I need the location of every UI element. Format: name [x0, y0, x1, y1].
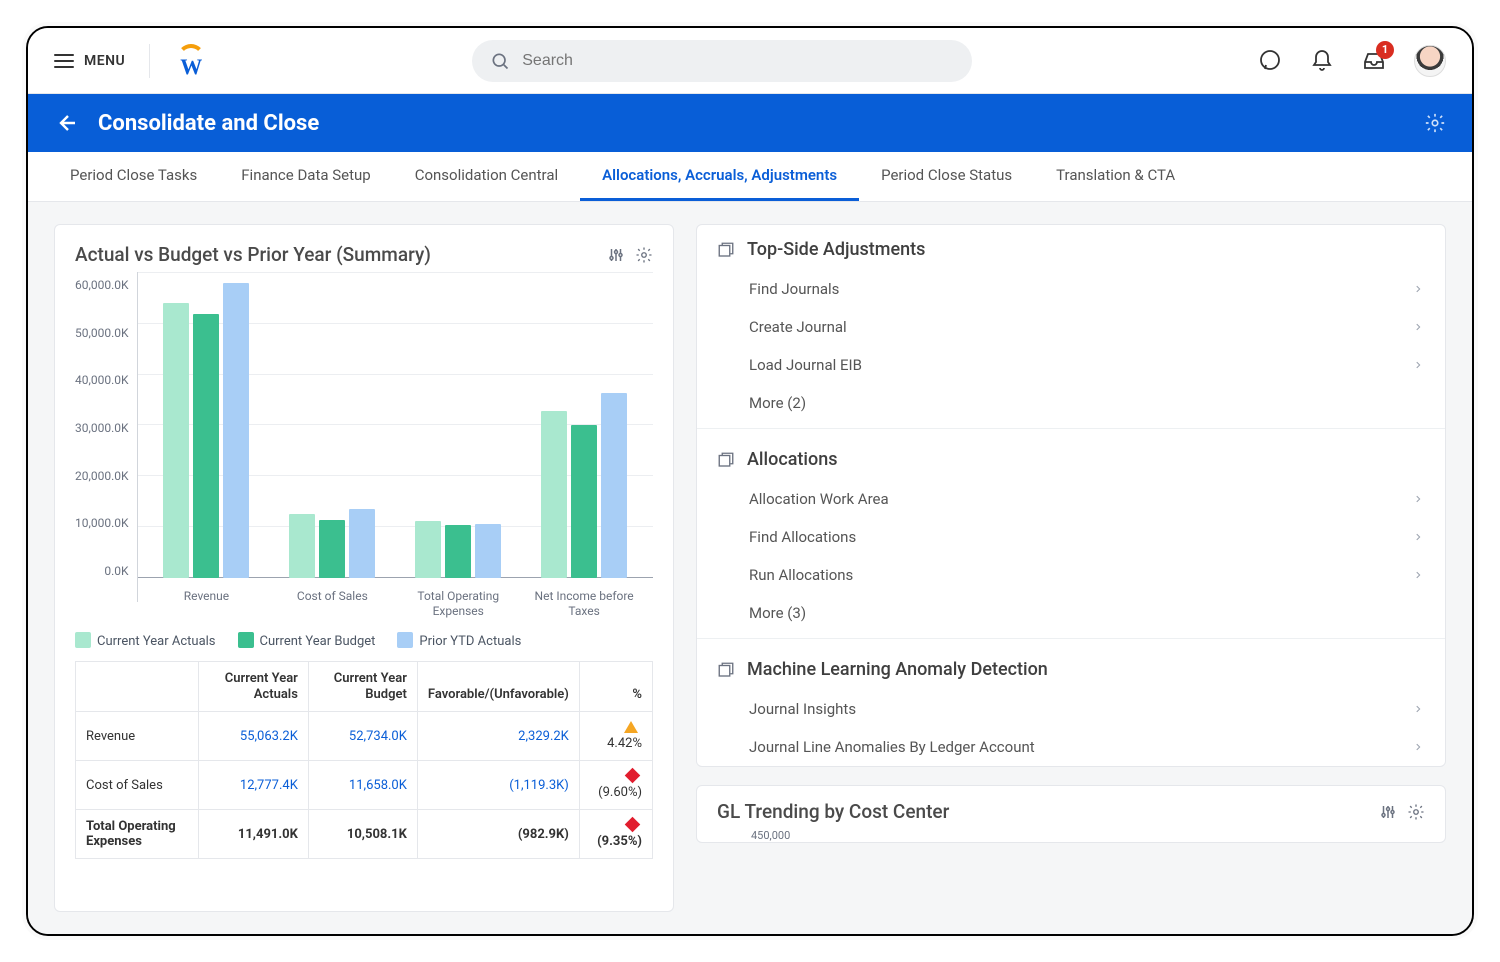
- bar[interactable]: [163, 303, 189, 578]
- page-title: Consolidate and Close: [98, 111, 319, 136]
- table-row: Revenue55,063.2K52,734.0K2,329.2K4.42%: [76, 712, 653, 761]
- chevron-right-icon: [1413, 358, 1423, 372]
- section-link[interactable]: Allocation Work Area: [697, 480, 1445, 518]
- tab-period-close-status[interactable]: Period Close Status: [859, 152, 1034, 201]
- section-header: Allocations: [697, 435, 1445, 480]
- avatar[interactable]: [1414, 45, 1446, 77]
- tab-period-close-tasks[interactable]: Period Close Tasks: [48, 152, 219, 201]
- top-bar: MENU W 1: [28, 28, 1472, 94]
- chevron-right-icon: [1413, 492, 1423, 506]
- bar-group: [269, 278, 395, 578]
- bar[interactable]: [289, 514, 315, 578]
- section-header: Machine Learning Anomaly Detection: [697, 645, 1445, 690]
- chevron-right-icon: [1413, 282, 1423, 296]
- bar[interactable]: [319, 520, 345, 578]
- unfavorable-icon: [625, 768, 641, 784]
- tab-consolidation-central[interactable]: Consolidation Central: [393, 152, 580, 201]
- bar[interactable]: [541, 411, 567, 579]
- card-gl-trending: GL Trending by Cost Center 450,000: [696, 785, 1446, 843]
- menu-button[interactable]: MENU: [54, 53, 125, 69]
- chevron-right-icon: [1413, 568, 1423, 582]
- inbox-badge: 1: [1376, 41, 1394, 59]
- bar[interactable]: [193, 314, 219, 578]
- unfavorable-icon: [625, 817, 641, 833]
- chevron-right-icon: [1413, 530, 1423, 544]
- section-link[interactable]: Find Journals: [697, 270, 1445, 308]
- card-actual-vs-budget: Actual vs Budget vs Prior Year (Summary)…: [54, 224, 674, 912]
- section-link[interactable]: Find Allocations: [697, 518, 1445, 556]
- warning-icon: [624, 721, 638, 733]
- back-arrow-icon[interactable]: [54, 111, 78, 135]
- search-box[interactable]: [472, 40, 972, 82]
- section-link[interactable]: Journal Line Anomalies By Ledger Account: [697, 728, 1445, 766]
- bar[interactable]: [223, 283, 249, 578]
- bell-icon[interactable]: [1310, 49, 1334, 73]
- grid-icon: [717, 661, 735, 679]
- table-row: Cost of Sales12,777.4K11,658.0K(1,119.3K…: [76, 761, 653, 810]
- bar[interactable]: [349, 509, 375, 579]
- section-title: Top-Side Adjustments: [747, 239, 925, 260]
- grid-icon: [717, 451, 735, 469]
- section-link[interactable]: More (2): [697, 384, 1445, 422]
- bar[interactable]: [445, 525, 471, 578]
- tab-allocations-accruals-adjustments[interactable]: Allocations, Accruals, Adjustments: [580, 152, 859, 201]
- chevron-right-icon: [1413, 740, 1423, 754]
- gear-icon[interactable]: [635, 246, 653, 264]
- content-area: Actual vs Budget vs Prior Year (Summary)…: [28, 202, 1472, 934]
- chevron-right-icon: [1413, 320, 1423, 334]
- bar[interactable]: [571, 425, 597, 578]
- bar-group: [144, 278, 270, 578]
- tab-finance-data-setup[interactable]: Finance Data Setup: [219, 152, 392, 201]
- menu-label: MENU: [84, 53, 125, 69]
- sliders-icon[interactable]: [1379, 803, 1397, 821]
- page-settings-gear-icon[interactable]: [1424, 112, 1446, 134]
- search-input[interactable]: [522, 52, 954, 70]
- section-link[interactable]: Load Journal EIB: [697, 346, 1445, 384]
- bar-group: [521, 278, 647, 578]
- grid-icon: [717, 241, 735, 259]
- section-header: Top-Side Adjustments: [697, 225, 1445, 270]
- bar[interactable]: [475, 524, 501, 579]
- inbox-icon[interactable]: 1: [1362, 49, 1386, 73]
- workday-logo[interactable]: W: [174, 44, 208, 78]
- y-axis: 60,000.0K 50,000.0K 40,000.0K 30,000.0K …: [75, 272, 137, 602]
- gl-trending-title: GL Trending by Cost Center: [717, 800, 949, 823]
- chat-icon[interactable]: [1258, 49, 1282, 73]
- tab-strip: Period Close Tasks Finance Data Setup Co…: [28, 152, 1472, 202]
- chevron-right-icon: [1413, 702, 1423, 716]
- gl-trending-ytick: 450,000: [717, 829, 1425, 842]
- table-row: Total Operating Expenses11,491.0K10,508.…: [76, 810, 653, 859]
- bar[interactable]: [601, 393, 627, 579]
- search-icon: [490, 51, 510, 71]
- bar[interactable]: [415, 521, 441, 578]
- section-title: Allocations: [747, 449, 838, 470]
- hamburger-icon: [54, 54, 74, 68]
- section-link[interactable]: Run Allocations: [697, 556, 1445, 594]
- sliders-icon[interactable]: [607, 246, 625, 264]
- x-axis-labels: Revenue Cost of Sales Total Operating Ex…: [138, 589, 653, 618]
- section-link[interactable]: Create Journal: [697, 308, 1445, 346]
- bar-group: [395, 278, 521, 578]
- gear-icon[interactable]: [1407, 803, 1425, 821]
- chart-legend: Current Year Actuals Current Year Budget…: [75, 632, 653, 649]
- section-link[interactable]: Journal Insights: [697, 690, 1445, 728]
- chart-title: Actual vs Budget vs Prior Year (Summary): [75, 243, 431, 266]
- section-title: Machine Learning Anomaly Detection: [747, 659, 1048, 680]
- page-header: Consolidate and Close: [28, 94, 1472, 152]
- bar-chart: 60,000.0K 50,000.0K 40,000.0K 30,000.0K …: [75, 272, 653, 602]
- tab-translation-cta[interactable]: Translation & CTA: [1034, 152, 1197, 201]
- section-link[interactable]: More (3): [697, 594, 1445, 632]
- divider: [149, 44, 150, 78]
- summary-table: Current Year Actuals Current Year Budget…: [75, 661, 653, 859]
- card-right-sections: Top-Side Adjustments Find JournalsCreate …: [696, 224, 1446, 767]
